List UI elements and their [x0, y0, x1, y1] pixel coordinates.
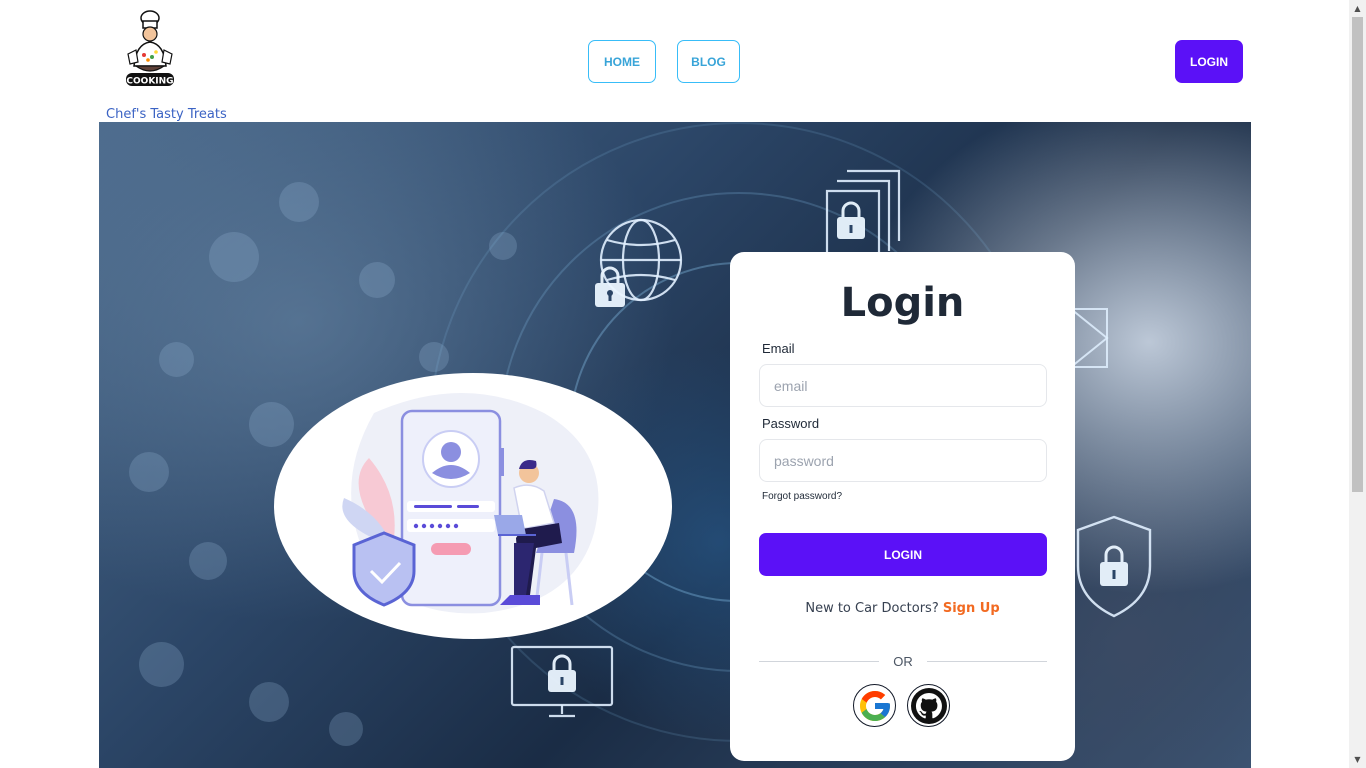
bokeh-dot — [279, 182, 319, 222]
signup-prompt-text: New to Car Doctors? — [805, 601, 939, 616]
scroll-down-arrow-icon[interactable]: ▼ — [1349, 751, 1366, 768]
nav-blog-button[interactable]: BLOG — [677, 40, 740, 83]
email-field[interactable] — [759, 364, 1047, 407]
bokeh-dot — [139, 642, 184, 687]
google-icon — [859, 690, 890, 721]
shield-lock-icon — [1076, 515, 1152, 618]
login-submit-button[interactable]: LOGIN — [759, 533, 1047, 576]
scroll-up-arrow-icon[interactable]: ▲ — [1349, 0, 1366, 17]
page-scrollbar[interactable]: ▲ ▼ — [1349, 0, 1366, 768]
bokeh-dot — [359, 262, 395, 298]
site-header: COOKING Chef's Tasty Treats HOME BLOG LO… — [0, 0, 1349, 122]
forgot-password-link[interactable]: Forgot password? — [762, 491, 842, 502]
signup-link[interactable]: Sign Up — [943, 601, 1000, 616]
monitor-lock-icon — [510, 645, 614, 718]
login-title: Login — [840, 280, 965, 326]
bokeh-dot — [209, 232, 259, 282]
logo-text: COOKING — [126, 77, 173, 87]
github-login-button[interactable] — [907, 684, 950, 727]
login-card: Login Email Password Forgot password? LO… — [730, 252, 1075, 761]
divider-line — [927, 661, 1047, 662]
bokeh-dot — [249, 682, 289, 722]
chef-logo-icon: COOKING — [126, 10, 174, 87]
user-login-illustration-icon — [342, 393, 599, 614]
divider-line — [759, 661, 879, 662]
bokeh-dot — [189, 542, 227, 580]
login-illustration — [274, 373, 672, 639]
google-login-button[interactable] — [853, 684, 896, 727]
password-field[interactable] — [759, 439, 1047, 482]
globe-lock-icon — [595, 218, 683, 307]
nav-home-button[interactable]: HOME — [588, 40, 656, 83]
bokeh-dot — [329, 712, 363, 746]
document-lock-icon — [825, 169, 901, 257]
or-divider-text: OR — [893, 654, 913, 669]
bokeh-dot — [129, 452, 169, 492]
header-login-button[interactable]: LOGIN — [1175, 40, 1243, 83]
hero-background — [99, 122, 1251, 768]
brand-name: Chef's Tasty Treats — [106, 107, 227, 122]
password-label: Password — [762, 416, 820, 431]
scrollbar-thumb[interactable] — [1352, 17, 1363, 492]
mail-icon — [1070, 308, 1109, 368]
bokeh-dot — [159, 342, 194, 377]
signup-prompt: New to Car Doctors? Sign Up — [730, 601, 1075, 616]
bokeh-dot — [249, 402, 294, 447]
github-icon — [910, 687, 947, 724]
email-label: Email — [762, 341, 795, 356]
